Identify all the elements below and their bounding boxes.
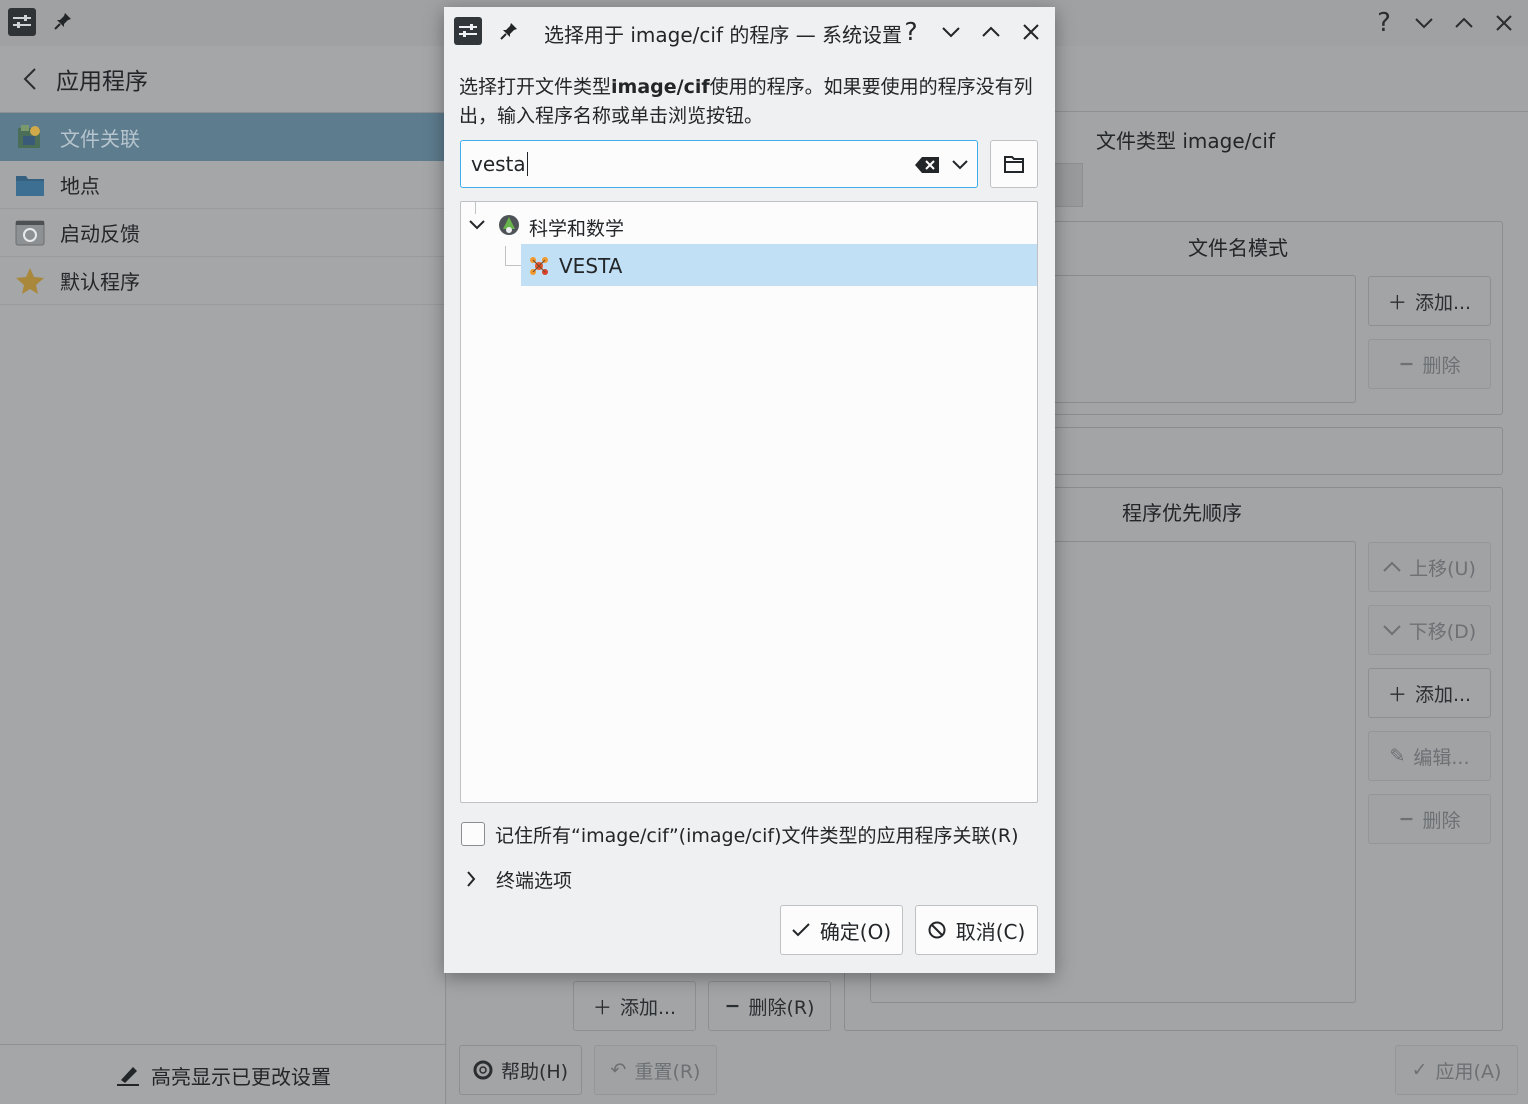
sidebar: 应用程序 文件关联 地点 启动反馈 默认程序 高亮显示已更改设置: [0, 46, 446, 1104]
help-button[interactable]: ?: [1370, 8, 1398, 38]
terminal-options-label: 终端选项: [496, 869, 573, 892]
checkbox-box[interactable]: [461, 822, 485, 846]
close-button[interactable]: [1490, 10, 1518, 36]
sidebar-item-label: 地点: [60, 174, 100, 198]
minus-icon: −: [1398, 353, 1415, 375]
maximize-button[interactable]: [1450, 10, 1478, 36]
pencil-icon: ✎: [1389, 745, 1406, 767]
chevron-down-icon: [1383, 625, 1401, 636]
sidebar-item-launch-feedback[interactable]: 启动反馈: [0, 209, 446, 257]
tree-category-label: 科学和数学: [529, 218, 625, 240]
sidebar-item-default-apps[interactable]: 默认程序: [0, 257, 446, 305]
chevron-down-icon[interactable]: [949, 155, 971, 175]
open-with-dialog: 选择用于 image/cif 的程序 — 系统设置 ? 选择打开文件类型imag…: [444, 7, 1055, 973]
sidebar-item-label: 默认程序: [60, 270, 140, 294]
app-order-title: 程序优先顺序: [1122, 501, 1242, 525]
cancel-icon: [928, 921, 946, 939]
sidebar-item-file-associations[interactable]: 文件关联: [0, 113, 446, 161]
pin-icon[interactable]: [52, 10, 74, 32]
filename-patterns-title: 文件名模式: [1188, 236, 1288, 260]
cancel-button[interactable]: 取消(C): [915, 905, 1038, 955]
highlight-changed-label: 高亮显示已更改设置: [151, 1064, 331, 1089]
clear-text-icon[interactable]: [913, 153, 941, 177]
reset-button[interactable]: ↶ 重置(R): [594, 1045, 717, 1095]
add-app-button[interactable]: ＋添加...: [1368, 668, 1491, 718]
highlight-changed-button[interactable]: 高亮显示已更改设置: [0, 1046, 446, 1104]
system-settings-icon: [454, 17, 482, 45]
plus-icon: ＋: [592, 996, 612, 1019]
system-settings-icon: [8, 8, 36, 36]
dialog-help-button[interactable]: ?: [898, 17, 924, 46]
chevron-down-icon[interactable]: [467, 216, 487, 234]
minus-icon: −: [724, 995, 741, 1017]
vesta-icon: [526, 253, 552, 279]
launch-feedback-icon: [14, 217, 46, 249]
tree-app-label: VESTA: [559, 254, 623, 278]
help-bottom-button[interactable]: 帮助(H): [459, 1045, 582, 1095]
delete-app-button[interactable]: − 删除: [1368, 794, 1491, 844]
delete-filetype-button[interactable]: − 删除(R): [708, 981, 831, 1031]
chevron-up-icon: [1383, 561, 1401, 572]
plus-icon: ＋: [1387, 683, 1407, 706]
minimize-button[interactable]: [1410, 10, 1438, 36]
science-math-icon: [497, 213, 521, 237]
check-icon: ✓: [1411, 1059, 1428, 1081]
sidebar-item-label: 启动反馈: [60, 222, 140, 246]
application-tree[interactable]: 科学和数学 VESTA: [460, 201, 1038, 803]
terminal-options-expander[interactable]: 终端选项: [466, 865, 666, 893]
add-pattern-button[interactable]: ＋添加...: [1368, 276, 1491, 326]
dialog-minimize-button[interactable]: [938, 19, 964, 45]
remember-association-label: 记住所有“image/cif”(image/cif)文件类型的应用程序关联(R): [495, 824, 1019, 847]
remember-association-checkbox[interactable]: 记住所有“image/cif”(image/cif)文件类型的应用程序关联(R): [461, 820, 1041, 848]
check-icon: [792, 923, 810, 937]
tree-category-row[interactable]: 科学和数学: [461, 204, 1037, 246]
sidebar-item-label: 文件关联: [60, 126, 140, 151]
move-down-button[interactable]: 下移(D): [1368, 605, 1491, 655]
program-search-input[interactable]: vesta: [471, 152, 528, 176]
chevron-right-icon: [467, 871, 476, 887]
folder-open-icon: [1004, 156, 1024, 173]
ok-button[interactable]: 确定(O): [780, 905, 903, 955]
back-icon[interactable]: [18, 64, 42, 94]
lifebuoy-icon: [473, 1060, 493, 1080]
sidebar-title: 应用程序: [56, 69, 148, 95]
dialog-close-button[interactable]: [1018, 19, 1044, 45]
edit-app-button[interactable]: ✎ 编辑...: [1368, 731, 1491, 781]
dialog-titlebar: 选择用于 image/cif 的程序 — 系统设置 ?: [444, 7, 1055, 57]
move-up-button[interactable]: 上移(U): [1368, 542, 1491, 592]
undo-icon: ↶: [610, 1059, 627, 1081]
minus-icon: −: [1398, 808, 1415, 830]
tree-app-row[interactable]: VESTA: [521, 244, 1037, 286]
dialog-description: 选择打开文件类型image/cif使用的程序。如果要使用的程序没有列出，输入程序…: [459, 76, 1033, 127]
browse-button[interactable]: [990, 140, 1038, 188]
tab-strip[interactable]: [1055, 163, 1083, 207]
sidebar-item-places[interactable]: 地点: [0, 161, 446, 209]
sidebar-header[interactable]: 应用程序: [0, 46, 446, 112]
file-associations-icon: [14, 121, 46, 153]
add-filetype-button[interactable]: ＋添加...: [573, 981, 696, 1031]
star-icon: [14, 265, 46, 297]
highlighter-icon: [115, 1062, 141, 1088]
delete-pattern-button[interactable]: − 删除: [1368, 339, 1491, 389]
apply-button[interactable]: ✓ 应用(A): [1395, 1045, 1518, 1095]
filetype-title: 文件类型 image/cif: [1096, 129, 1275, 153]
folder-icon: [14, 169, 46, 201]
plus-icon: ＋: [1387, 291, 1407, 314]
program-search-combobox[interactable]: vesta: [460, 140, 978, 188]
dialog-maximize-button[interactable]: [978, 19, 1004, 45]
dialog-title: 选择用于 image/cif 的程序 — 系统设置: [544, 23, 903, 47]
pin-icon[interactable]: [498, 20, 520, 42]
